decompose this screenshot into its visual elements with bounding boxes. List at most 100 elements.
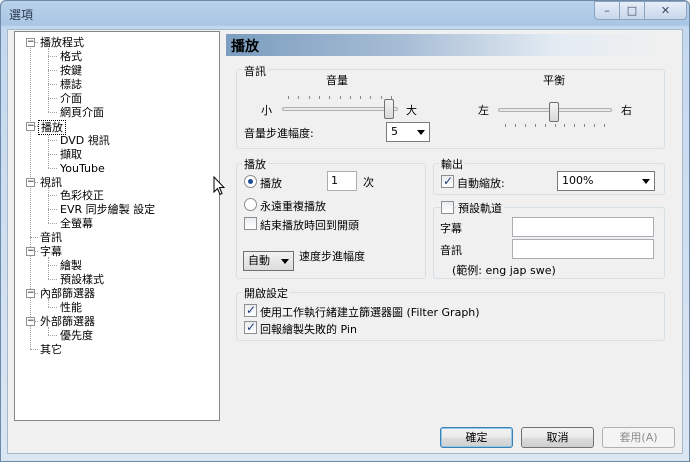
- slider-tick: [298, 96, 299, 99]
- slider-tick: [535, 124, 536, 127]
- audio-group-label: 音訊: [242, 63, 268, 79]
- tree-item[interactable]: 播放程式: [38, 36, 86, 49]
- tree-item[interactable]: 字幕: [38, 245, 64, 258]
- apply-button[interactable]: 套用(A): [602, 427, 675, 448]
- tree-item[interactable]: 色彩校正: [58, 189, 106, 202]
- tree-collapse-icon[interactable]: −: [26, 38, 35, 47]
- tree-item[interactable]: EVR 同步繪製 設定: [58, 203, 157, 216]
- tree-branch-line: [48, 187, 49, 224]
- tree-connector: [48, 265, 57, 267]
- slider-tick: [564, 124, 565, 127]
- report-failed-pins-label: 回報繪製失敗的 Pin: [260, 323, 357, 336]
- play-count-field[interactable]: 1: [327, 171, 357, 191]
- tree-item[interactable]: YouTube: [58, 162, 107, 175]
- tree-connector: [30, 348, 38, 350]
- balance-slider-thumb[interactable]: [549, 102, 559, 122]
- rewind-checkbox[interactable]: [244, 217, 257, 230]
- tree-item[interactable]: 優先度: [58, 329, 95, 342]
- default-audio-label: 音訊: [440, 244, 462, 257]
- tree-item[interactable]: 播放: [38, 119, 66, 135]
- slider-tick: [505, 124, 506, 127]
- tree-item[interactable]: 介面: [58, 92, 84, 105]
- default-track-label: 預設軌道: [456, 200, 504, 216]
- tree-item[interactable]: DVD 視訊: [58, 134, 112, 147]
- slider-tick: [360, 96, 361, 99]
- repeat-forever-radio[interactable]: [244, 198, 257, 211]
- tree-connector: [48, 195, 57, 197]
- volume-max-label: 大: [406, 104, 417, 117]
- autozoom-checkbox[interactable]: [441, 174, 454, 188]
- rewind-label: 結束播放時回到開頭: [260, 219, 359, 232]
- slider-tick: [574, 124, 575, 127]
- speed-step-label: 速度步進幅度: [299, 250, 365, 263]
- balance-left-label: 左: [478, 104, 489, 117]
- volume-slider-track[interactable]: [282, 107, 398, 111]
- playback-group-label: 播放: [242, 156, 268, 172]
- tree-collapse-icon[interactable]: −: [26, 289, 35, 299]
- tree-branch-line: [48, 48, 49, 112]
- tree-item[interactable]: 性能: [58, 301, 84, 314]
- minimize-button[interactable]: –: [594, 1, 620, 20]
- tree-item[interactable]: 標誌: [58, 78, 84, 91]
- tree-item[interactable]: 音訊: [38, 231, 64, 244]
- slider-tick: [594, 124, 595, 127]
- tree-item[interactable]: 預設樣式: [58, 273, 106, 286]
- balance-right-label: 右: [621, 104, 632, 117]
- tree-item[interactable]: 全螢幕: [58, 217, 95, 230]
- output-group-label: 輸出: [439, 156, 465, 172]
- tree-item[interactable]: 網頁介面: [58, 106, 106, 119]
- maximize-icon: □: [626, 4, 638, 17]
- close-button[interactable]: ✕: [644, 1, 687, 20]
- chevron-down-icon: [417, 130, 425, 135]
- tree-collapse-icon[interactable]: −: [26, 247, 35, 257]
- chevron-down-icon: [281, 259, 289, 264]
- tree-connector: [48, 307, 57, 309]
- cancel-button[interactable]: 取消: [521, 427, 594, 448]
- slider-tick: [350, 96, 351, 99]
- tree-item[interactable]: 視訊: [38, 176, 64, 189]
- slider-tick: [309, 96, 310, 99]
- tree-branch-line: [48, 299, 49, 308]
- balance-ticks: [505, 124, 605, 127]
- slider-tick: [340, 96, 341, 99]
- tree-item[interactable]: 按鍵: [58, 64, 84, 77]
- tree-item[interactable]: 繪製: [58, 259, 84, 272]
- tree-item[interactable]: 外部篩選器: [38, 315, 97, 328]
- slider-tick: [604, 124, 605, 127]
- tree-connector: [48, 69, 57, 71]
- speed-step-select[interactable]: 自動: [243, 251, 294, 271]
- volume-slider-thumb[interactable]: [384, 99, 394, 119]
- volume-step-select[interactable]: 5: [386, 122, 430, 142]
- default-audio-field[interactable]: [512, 239, 654, 259]
- ok-button[interactable]: 確定: [440, 427, 513, 448]
- tree-branch-line: [48, 131, 49, 168]
- tree-collapse-icon[interactable]: −: [26, 121, 35, 131]
- tree-item[interactable]: 其它: [38, 343, 64, 356]
- slider-tick: [584, 124, 585, 127]
- times-label: 次: [363, 176, 374, 189]
- autozoom-select[interactable]: 100%: [557, 171, 655, 191]
- tree-item[interactable]: 擷取: [58, 148, 84, 161]
- options-tree[interactable]: − 播放程式 格式 按鍵 標誌 介面 網頁介面 − 播放 DVD 視訊 擷取 YouTube − 視訊 色彩…: [14, 31, 220, 421]
- tree-connector: [30, 237, 38, 239]
- tree-root-line: [30, 42, 31, 349]
- speed-step-value: 自動: [248, 254, 270, 267]
- tree-item[interactable]: 內部篩選器: [38, 287, 97, 300]
- default-subtitle-field[interactable]: [512, 217, 654, 237]
- default-track-checkbox[interactable]: [441, 201, 454, 214]
- open-settings-label: 開啟設定: [242, 285, 290, 301]
- tree-connector: [48, 55, 57, 57]
- worker-thread-checkbox[interactable]: [244, 303, 257, 317]
- tree-connector: [48, 167, 57, 169]
- tree-connector: [48, 153, 57, 155]
- tree-collapse-icon[interactable]: −: [26, 177, 35, 187]
- maximize-button[interactable]: □: [619, 1, 645, 20]
- worker-thread-label: 使用工作執行緒建立篩選器圖 (Filter Graph): [260, 306, 480, 319]
- report-failed-pins-checkbox[interactable]: [244, 320, 257, 334]
- tree-collapse-icon[interactable]: −: [26, 317, 35, 326]
- balance-label: 平衡: [543, 74, 565, 87]
- tree-connector: [48, 97, 57, 99]
- default-subtitle-label: 字幕: [440, 222, 462, 235]
- play-times-radio[interactable]: [244, 175, 257, 188]
- tree-item[interactable]: 格式: [58, 50, 84, 63]
